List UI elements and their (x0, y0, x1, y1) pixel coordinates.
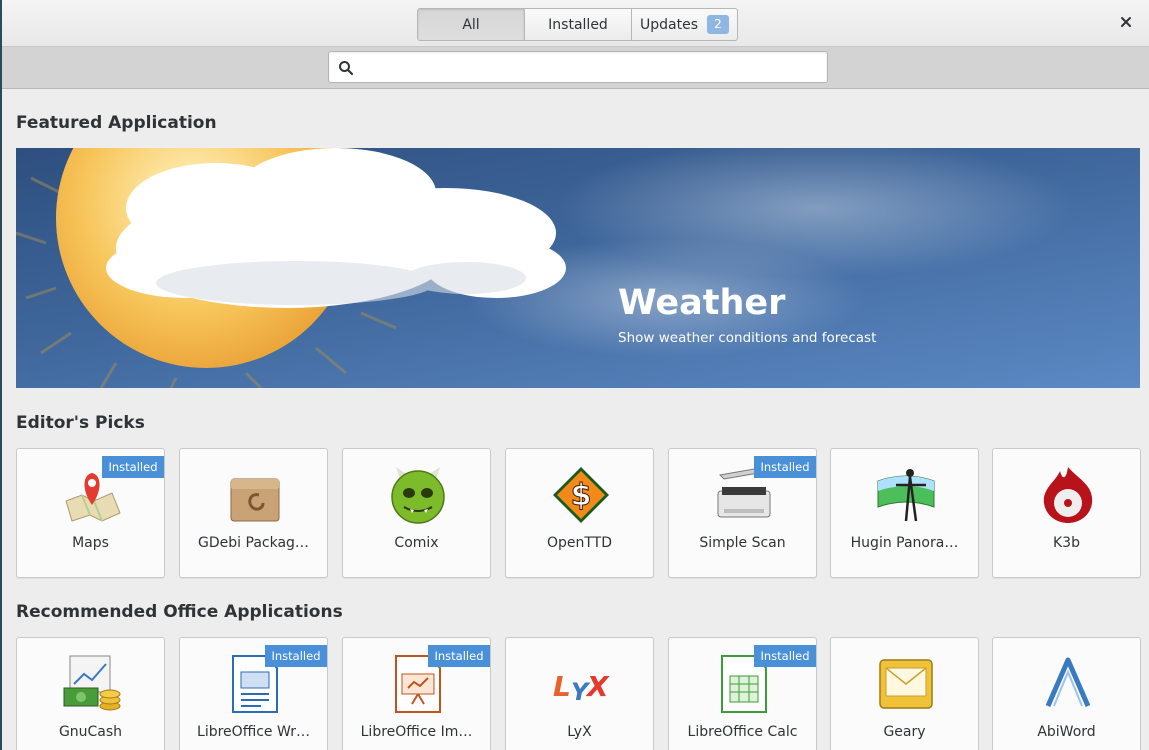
featured-banner[interactable]: Weather Show weather conditions and fore… (16, 148, 1140, 388)
app-tile-simple-scan[interactable]: Installed Simple Scan (668, 448, 817, 578)
app-name: Hugin Panora… (850, 535, 959, 551)
app-name: LibreOffice Wr… (197, 724, 310, 740)
app-tile-comix[interactable]: Comix (342, 448, 491, 578)
app-name: AbiWord (1037, 724, 1096, 740)
close-icon (1121, 17, 1131, 27)
installed-badge: Installed (265, 645, 327, 667)
app-tile-gnucash[interactable]: GnuCash (16, 637, 165, 750)
editors-picks-title: Editor's Picks (16, 413, 145, 433)
app-name: Geary (883, 724, 926, 740)
app-tile-hugin[interactable]: Hugin Panora… (830, 448, 979, 578)
office-section-title: Recommended Office Applications (16, 602, 343, 622)
k3b-flame-icon (1043, 467, 1093, 523)
tab-updates-label: Updates (640, 16, 698, 33)
featured-app-name: Weather (618, 283, 786, 323)
app-name: GnuCash (58, 724, 123, 740)
app-tile-libreoffice-impress[interactable]: Installed LibreOffice Im… (342, 637, 491, 750)
search-bar (2, 47, 1149, 89)
app-name: Comix (394, 535, 439, 551)
search-input[interactable] (361, 56, 816, 78)
svg-text:$: $ (571, 478, 592, 513)
lyx-logo-icon: L Y X (553, 670, 610, 706)
search-field[interactable] (328, 51, 828, 83)
installed-badge: Installed (754, 645, 816, 667)
app-tile-k3b[interactable]: K3b (992, 448, 1141, 578)
tab-installed-label: Installed (548, 16, 608, 33)
app-name: OpenTTD (546, 535, 613, 551)
abiword-logo-icon (1045, 657, 1091, 707)
view-switcher: All Installed Updates 2 (417, 8, 738, 41)
app-tile-abiword[interactable]: AbiWord (992, 637, 1141, 750)
installed-badge: Installed (428, 645, 490, 667)
svg-text:L: L (553, 670, 571, 703)
package-box-icon (230, 478, 280, 522)
app-tile-libreoffice-calc[interactable]: Installed LibreOffice Calc (668, 637, 817, 750)
hugin-panorama-icon (877, 469, 935, 522)
tab-installed[interactable]: Installed (525, 9, 632, 40)
search-icon (339, 61, 354, 76)
app-tile-openttd[interactable]: $ OpenTTD (505, 448, 654, 578)
featured-section-title: Featured Application (16, 113, 217, 133)
header-bar: All Installed Updates 2 (2, 0, 1149, 47)
installed-badge: Installed (754, 456, 816, 478)
tab-all[interactable]: All (418, 9, 525, 40)
svg-text:X: X (585, 670, 610, 703)
app-name: GDebi Packag… (198, 535, 309, 551)
app-name: Maps (72, 535, 109, 551)
app-name: LibreOffice Calc (687, 724, 798, 740)
featured-app-description: Show weather conditions and forecast (618, 330, 877, 346)
app-tile-libreoffice-writer[interactable]: Installed LibreOffice Wr… (179, 637, 328, 750)
updates-count-badge: 2 (707, 15, 729, 34)
mail-envelope-icon (879, 659, 933, 709)
app-name: LibreOffice Im… (360, 724, 473, 740)
tab-all-label: All (462, 16, 480, 33)
tab-updates[interactable]: Updates 2 (632, 9, 737, 40)
software-window: All Installed Updates 2 Featured Applica… (0, 0, 1149, 750)
app-tile-gdebi[interactable]: GDebi Packag… (179, 448, 328, 578)
gnucash-icon (63, 655, 121, 711)
app-name: LyX (567, 724, 592, 740)
weather-sun-cloud-illustration (16, 148, 1076, 388)
green-monster-icon (391, 467, 445, 524)
app-tile-maps[interactable]: Installed Maps (16, 448, 165, 578)
app-name: K3b (1053, 535, 1080, 551)
app-name: Simple Scan (699, 535, 786, 551)
app-tile-lyx[interactable]: L Y X LyX (505, 637, 654, 750)
installed-badge: Installed (102, 456, 164, 478)
openttd-diamond-icon: $ (553, 467, 609, 523)
app-tile-geary[interactable]: Geary (830, 637, 979, 750)
close-button[interactable] (1117, 14, 1135, 32)
